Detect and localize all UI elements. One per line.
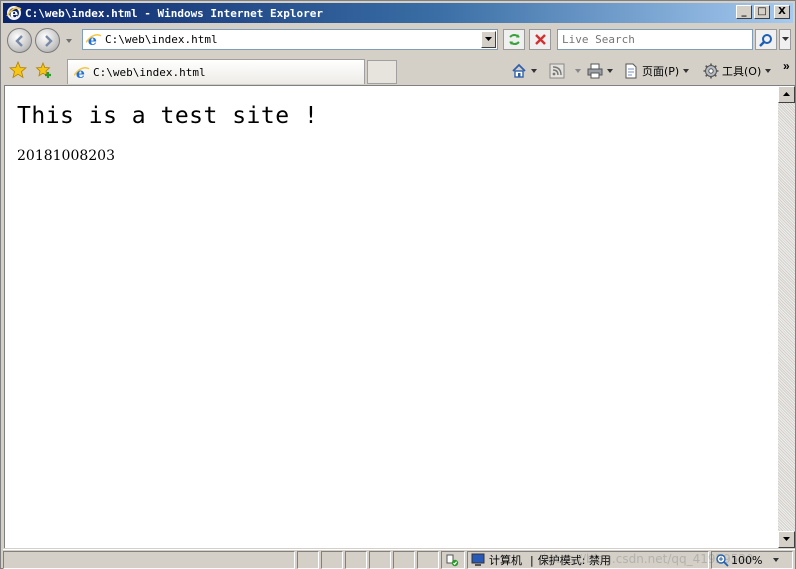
protected-mode-text: 保护模式: 禁用 — [537, 554, 611, 567]
zoom-icon — [716, 554, 729, 567]
minimize-button[interactable]: _ — [736, 5, 752, 19]
chevron-down-icon[interactable] — [764, 67, 772, 75]
zoom-level: 100% — [731, 553, 763, 567]
status-bar: 计算机 | 保护模式: 禁用 100% https://blog.csdn.ne… — [3, 549, 795, 569]
add-favorite-icon[interactable] — [35, 61, 53, 79]
vertical-scrollbar[interactable] — [778, 85, 795, 548]
forward-arrow-icon — [44, 34, 53, 47]
close-button[interactable]: X — [774, 5, 790, 19]
status-pane — [345, 551, 367, 569]
tools-menu-label: 工具(O) — [722, 65, 762, 78]
home-button[interactable] — [511, 61, 538, 81]
title-bar[interactable]: e C:\web\index.html - Windows Internet E… — [3, 3, 793, 23]
computer-icon — [471, 553, 485, 566]
browser-window: e C:\web\index.html - Windows Internet E… — [0, 0, 796, 569]
refresh-icon — [508, 34, 520, 45]
feeds-button[interactable] — [549, 61, 582, 81]
zoom-pane[interactable]: 100% — [711, 551, 793, 569]
chevron-down-icon[interactable] — [682, 67, 690, 75]
chevron-down-icon — [485, 37, 492, 41]
scroll-up-button[interactable] — [778, 86, 795, 103]
new-tab-button[interactable] — [367, 60, 397, 84]
tab-current-page[interactable]: e C:\web\index.html — [67, 59, 365, 84]
address-bar[interactable]: e C:\web\index.html — [82, 29, 498, 50]
security-shield-icon — [446, 554, 459, 567]
address-url[interactable]: C:\web\index.html — [105, 33, 481, 46]
zone-status-pane[interactable]: 计算机 | 保护模式: 禁用 — [467, 551, 709, 569]
page-ie-icon: e — [74, 66, 89, 80]
page-content[interactable]: This is a test site ! 20181008203 — [4, 85, 778, 548]
chevron-down-icon[interactable] — [606, 67, 614, 75]
page-menu-label: 页面(P) — [642, 65, 680, 78]
forward-button[interactable] — [35, 28, 60, 53]
page-heading: This is a test site ! — [17, 103, 319, 129]
search-box[interactable] — [557, 29, 753, 50]
address-dropdown-button[interactable] — [481, 31, 496, 48]
navigation-bar: e C:\web\index.html — [3, 25, 793, 55]
back-arrow-icon — [14, 34, 23, 47]
tools-menu-button[interactable]: 工具(O) — [703, 61, 772, 81]
status-pane — [297, 551, 319, 569]
page-ie-icon: e — [86, 33, 101, 47]
more-commands-chevron[interactable]: » — [783, 59, 790, 73]
arrow-down-icon — [783, 537, 790, 541]
back-button[interactable] — [7, 28, 32, 53]
page-menu-button[interactable]: 页面(P) — [623, 61, 690, 81]
magnifier-icon — [759, 33, 772, 47]
gear-icon — [703, 63, 719, 79]
search-button[interactable] — [755, 29, 777, 50]
status-pane — [369, 551, 391, 569]
printer-icon — [587, 63, 603, 79]
tab-bar: e C:\web\index.html 页面(P) 工具(O) » — [3, 57, 793, 85]
page-icon — [625, 63, 637, 79]
chevron-down-icon[interactable] — [772, 556, 780, 564]
chevron-down-icon[interactable] — [530, 67, 538, 75]
maximize-button[interactable]: □ — [754, 5, 770, 19]
chevron-down-icon[interactable] — [574, 67, 582, 75]
security-zone-text: 计算机 — [489, 554, 522, 567]
status-pane — [321, 551, 343, 569]
print-button[interactable] — [587, 61, 614, 81]
star-icon[interactable] — [9, 61, 27, 79]
home-icon — [512, 63, 526, 78]
status-pane — [417, 551, 439, 569]
window-controls: _ □ X — [736, 5, 790, 19]
separator: | — [530, 553, 534, 567]
status-text-pane — [3, 551, 295, 569]
status-pane — [393, 551, 415, 569]
refresh-button[interactable] — [503, 29, 525, 50]
security-status-pane[interactable] — [441, 551, 465, 569]
chevron-down-icon — [781, 37, 789, 41]
arrow-up-icon — [783, 92, 790, 96]
recent-pages-dropdown[interactable] — [65, 37, 73, 45]
ie-logo-icon: e — [6, 6, 22, 21]
stop-button[interactable] — [529, 29, 551, 50]
scroll-down-button[interactable] — [778, 531, 795, 548]
page-paragraph: 20181008203 — [17, 148, 115, 164]
window-title: C:\web\index.html - Windows Internet Exp… — [25, 6, 324, 20]
stop-icon — [534, 34, 546, 45]
tab-label: C:\web\index.html — [93, 65, 206, 79]
search-input[interactable] — [558, 30, 752, 49]
search-options-dropdown[interactable] — [779, 29, 791, 50]
rss-feed-icon — [549, 63, 565, 79]
